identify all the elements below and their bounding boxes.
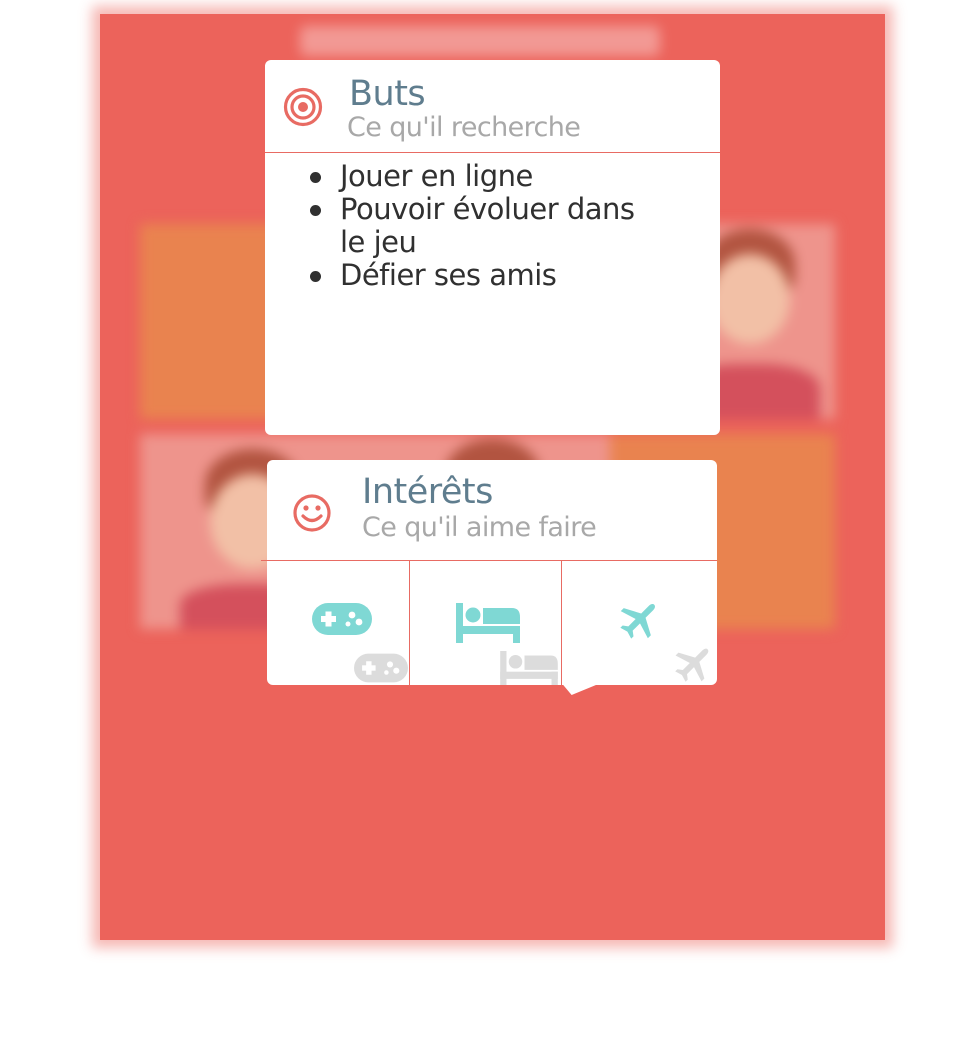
airplane-watermark-icon [675,648,709,682]
gamepad-watermark-icon [354,653,408,683]
bed-watermark-icon [500,651,558,685]
target-icon [283,87,323,131]
list-item: Jouer en ligne [305,160,660,193]
airplane-icon [620,604,655,639]
interests-title: Intérêts [362,472,493,512]
background-title-blur [300,26,660,56]
goals-title: Buts [349,74,426,114]
interest-item-sleep[interactable] [410,561,562,685]
interest-item-gaming[interactable] [267,561,410,685]
goal-item-label: Défier ses amis [340,258,557,292]
bed-icon [456,603,520,643]
goal-item-label: Jouer en ligne [340,159,533,193]
goal-item-label: Pouvoir évoluer dans le jeu [340,192,635,259]
goals-subtitle: Ce qu'il recherche [347,112,581,143]
goals-card: Buts Ce qu'il recherche Jouer en ligne P… [265,60,720,435]
list-item: Pouvoir évoluer dans le jeu [305,193,660,259]
goals-list: Jouer en ligne Pouvoir évoluer dans le j… [305,160,660,292]
goals-card-header: Buts Ce qu'il recherche [265,60,720,153]
bullet-icon [310,271,321,282]
interests-subtitle: Ce qu'il aime faire [362,512,597,543]
smiley-icon [292,493,332,537]
list-item: Défier ses amis [305,259,660,292]
interest-item-travel[interactable] [562,561,717,685]
interests-card: Intérêts Ce qu'il aime faire [261,460,717,685]
gamepad-icon [312,603,372,635]
bullet-icon [310,205,321,216]
bullet-icon [310,172,321,183]
interests-card-header: Intérêts Ce qu'il aime faire [261,460,717,561]
